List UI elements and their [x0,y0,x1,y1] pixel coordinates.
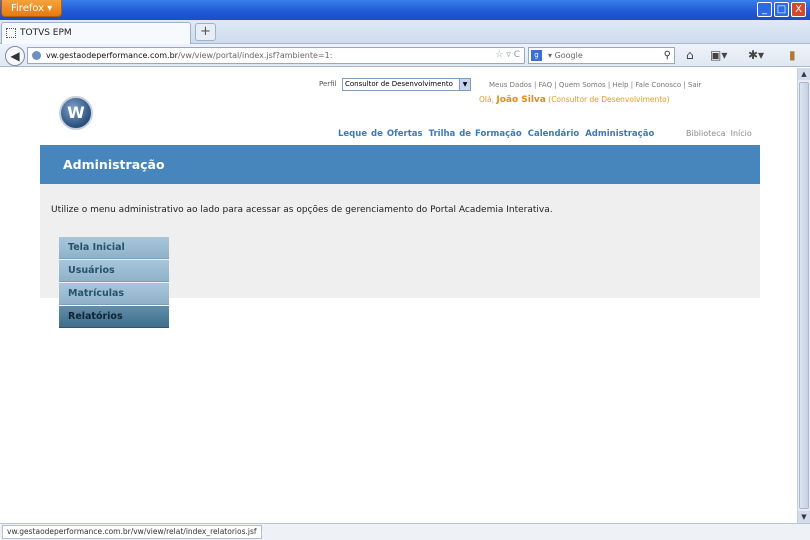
vw-logo[interactable] [59,96,93,130]
link-sair[interactable]: Sair [688,81,702,89]
bookmark-star-icon[interactable]: ☆ ▿ C [495,48,520,63]
nav-trilha-de-formacao[interactable]: Trilha de Formação [429,129,522,139]
browser-tab[interactable]: TOTVS EPM [1,22,191,44]
firefox-menu-button[interactable]: Firefox ▾ [1,0,63,17]
content-panel: Utilize o menu administrativo ao lado pa… [40,184,760,328]
back-button[interactable]: ◀ [5,46,25,66]
nav-biblioteca[interactable]: Biblioteca [686,129,726,138]
url-bar[interactable]: vw.gestaodeperformance.com.br/vw/view/po… [27,47,525,64]
perfil-label: Perfil [319,80,337,88]
scroll-up-icon[interactable]: ▲ [798,68,810,80]
nav-inicio[interactable]: Início [731,129,752,138]
tab-bar: TOTVS EPM + [0,20,810,44]
addon-icon[interactable]: ✱▾ [748,47,764,64]
menu-item-usuarios[interactable]: Usuários [59,260,169,282]
nav-administracao[interactable]: Administração [585,129,654,139]
user-role: (Consultor de Desenvolvimento) [548,95,670,104]
vertical-scrollbar[interactable]: ▲ ▼ [797,68,810,523]
user-name: João Silva [496,95,546,105]
menu-item-relatorios[interactable]: Relatórios [59,306,169,328]
main-nav: Leque de Ofertas Trilha de Formação Calend… [338,129,660,139]
chevron-down-icon[interactable]: ▼ [459,79,470,90]
user-greeting: Olá, João Silva (Consultor de Desenvolvi… [479,95,670,105]
magnifier-icon[interactable]: ⚲ [664,48,671,63]
admin-menu: Tela Inicial Usuários Matrículas Relatór… [59,237,169,329]
search-placeholder: Google [554,51,583,60]
navigation-toolbar: ◀ vw.gestaodeperformance.com.br/vw/view/… [0,44,810,67]
link-meus-dados[interactable]: Meus Dados [489,81,532,89]
title-bar: Firefox ▾ _ □ X [0,0,810,20]
scroll-thumb[interactable] [799,82,809,509]
status-bar: vw.gestaodeperformance.com.br/vw/view/re… [0,523,810,540]
right-nav: Biblioteca Início [686,129,752,138]
scroll-down-icon[interactable]: ▼ [798,511,810,523]
tab-title: TOTVS EPM [20,28,72,38]
globe-icon [32,51,41,60]
nav-calendario[interactable]: Calendário [528,129,579,139]
status-url: vw.gestaodeperformance.com.br/vw/view/re… [2,525,262,539]
search-bar[interactable]: g ▾ Google ⚲ [528,47,675,64]
home-icon[interactable]: ⌂ [686,47,694,64]
intro-text: Utilize o menu administrativo ao lado pa… [51,205,553,215]
page-icon [6,28,16,38]
google-icon[interactable]: g [531,50,542,61]
close-button[interactable]: X [791,2,806,17]
link-fale-conosco[interactable]: Fale Conosco [635,81,681,89]
page-title: Administração [63,157,165,172]
perfil-selected-value: Consultor de Desenvolvimento [345,80,453,88]
url-domain: vw.gestaodeperformance.com.br [46,51,178,60]
menu-item-tela-inicial[interactable]: Tela Inicial [59,237,169,259]
maximize-button[interactable]: □ [774,2,789,17]
link-faq[interactable]: FAQ [539,81,553,89]
new-tab-button[interactable]: + [195,23,216,41]
perfil-select[interactable]: Consultor de Desenvolvimento ▼ [342,78,471,91]
link-help[interactable]: Help [613,81,629,89]
menu-item-matriculas[interactable]: Matrículas [59,283,169,305]
nav-leque-de-ofertas[interactable]: Leque de Ofertas [338,129,423,139]
minimize-button[interactable]: _ [757,2,772,17]
link-quem-somos[interactable]: Quem Somos [559,81,606,89]
bookmarks-icon[interactable]: ▣▾ [710,47,727,64]
page-banner: Administração [40,145,760,184]
url-path: /vw/view/portal/index.jsf?ambiente=1: [177,51,333,60]
addon-bar-icon[interactable]: ▮ [789,47,796,64]
page-content: Perfil Consultor de Desenvolvimento ▼ Me… [0,68,797,523]
top-links: Meus Dados | FAQ | Quem Somos | Help | F… [489,81,702,89]
browser-window: Firefox ▾ _ □ X TOTVS EPM + ◀ vw.gestaod… [0,0,810,540]
